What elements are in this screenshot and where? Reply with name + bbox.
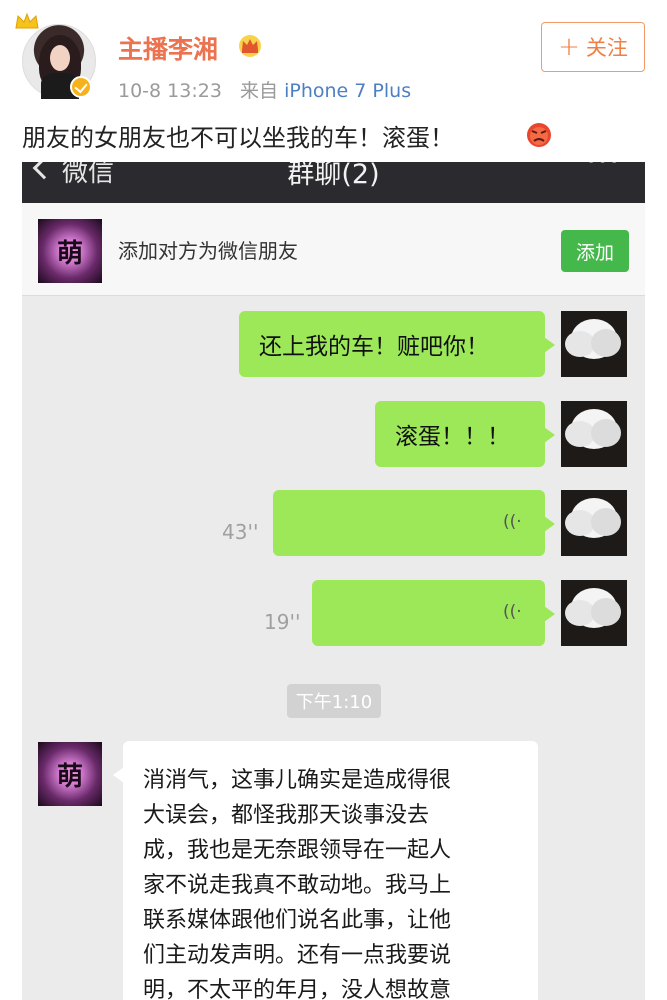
voice-message-bubble[interactable]: ((·: [273, 490, 555, 556]
nav-title: 群聊(2): [287, 162, 380, 190]
contact-avatar[interactable]: 萌: [38, 742, 102, 806]
voice-message-bubble[interactable]: ((·: [312, 580, 555, 646]
avatar-crown-icon: [15, 12, 39, 29]
add-friend-button[interactable]: 添加: [561, 230, 629, 272]
reply-message-bubble[interactable]: 消消气，这事儿确实是造成得很 大误会，都怪我那天谈事没去 成，我也是无奈跟领导在…: [113, 741, 538, 1000]
avatar-face: [50, 45, 70, 71]
self-avatar[interactable]: [561, 580, 627, 646]
add-friend-bar: 萌 添加对方为微信朋友 添加: [22, 203, 645, 296]
post-device[interactable]: iPhone 7 Plus: [284, 80, 411, 102]
reply-line: 家不说走我真不敢动地。我马上: [143, 873, 452, 898]
post-source-prefix: 来自: [240, 80, 279, 102]
reply-line: 大误会，都怪我那天谈事没去: [143, 803, 430, 828]
plus-icon: +: [558, 32, 580, 62]
reply-line: 消消气，这事儿确实是造成得很: [143, 768, 452, 793]
message-bubble-text[interactable]: 滚蛋！！！: [375, 401, 555, 467]
post-header: 主播李湘 10-8 13:23 来自 iPhone 7 Plus + 关注: [0, 0, 667, 110]
voice-wave-icon: ((·: [503, 602, 522, 622]
add-friend-label: 添加对方为微信朋友: [118, 239, 298, 263]
self-avatar[interactable]: [561, 401, 627, 467]
angry-emoji-icon: [527, 123, 551, 147]
reply-line: 联系媒体跟他们说名此事，让他: [143, 908, 452, 933]
reply-line: 明，不太平的年月，没人想故意: [143, 978, 452, 1000]
time-divider: 下午1:10: [287, 684, 381, 718]
voice-duration: 43'': [222, 520, 259, 544]
reply-line: 成，我也是无奈跟领导在一起人: [143, 838, 452, 863]
more-icon[interactable]: ···: [586, 162, 621, 179]
wechat-screenshot: 微信 群聊(2) ··· 萌 添加对方为微信朋友 添加 还上我的车！赃吧你！ 滚…: [22, 162, 645, 1000]
voice-duration: 19'': [264, 610, 301, 634]
voice-wave-icon: ((·: [503, 512, 522, 532]
reply-line: 们主动发声明。还有一点我要说: [143, 943, 452, 968]
message-bubble-text[interactable]: 还上我的车！赃吧你！: [239, 311, 555, 377]
username[interactable]: 主播李湘: [118, 30, 218, 66]
post-timestamp: 10-8 13:23: [118, 80, 222, 102]
self-avatar[interactable]: [561, 311, 627, 377]
self-avatar[interactable]: [561, 490, 627, 556]
contact-avatar[interactable]: 萌: [38, 219, 102, 283]
follow-label: 关注: [585, 36, 628, 60]
verified-badge-icon: [70, 76, 92, 98]
post-text: 朋友的女朋友也不可以坐我的车！滚蛋！: [22, 124, 454, 152]
crown-icon: [239, 35, 261, 57]
follow-button[interactable]: + 关注: [541, 22, 645, 72]
post-meta: 10-8 13:23 来自 iPhone 7 Plus: [118, 76, 411, 103]
wechat-nav-bar: 微信 群聊(2) ···: [22, 162, 645, 203]
